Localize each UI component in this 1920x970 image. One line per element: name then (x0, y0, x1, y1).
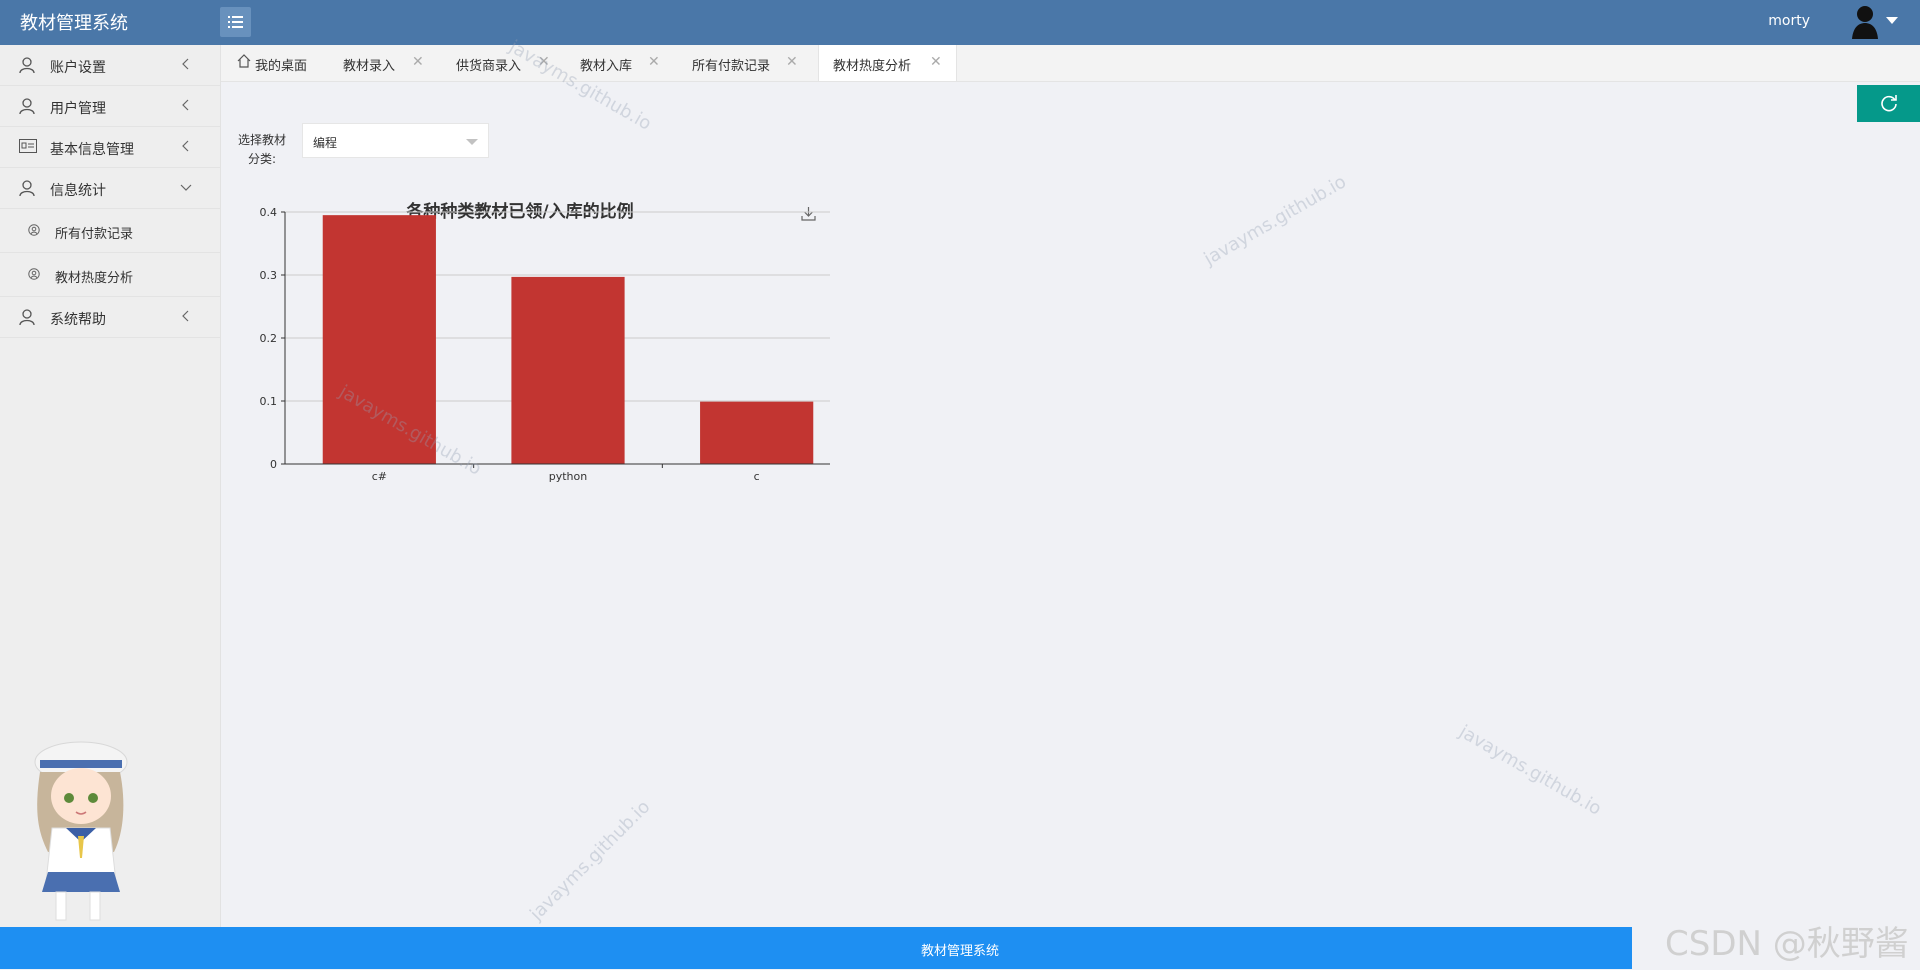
home-icon (237, 54, 251, 68)
id-card-icon (19, 139, 37, 153)
footer: 教材管理系统 (0, 927, 1632, 969)
sidebar-item-textbook-heat[interactable]: 教材热度分析 (0, 253, 220, 297)
user-name[interactable]: morty (1768, 13, 1810, 29)
x-tick-label: python (549, 470, 588, 483)
y-tick-label: 0.4 (260, 206, 278, 219)
sidebar-item-label: 账户设置 (50, 60, 106, 76)
x-tick-label: c# (372, 470, 387, 483)
heat-chart: 各种种类教材已领/入库的比例 00.10.20.30.4c# python c (260, 201, 830, 483)
sidebar-item-help[interactable]: 系统帮助 (0, 297, 220, 338)
sidebar-item-account-settings[interactable]: 账户设置 (0, 45, 220, 86)
chevron-left-icon (182, 99, 189, 111)
tab-label: 教材入库 (580, 59, 633, 74)
tab-textbook-storage[interactable]: 教材入库 ✕ (576, 45, 668, 81)
sidebar-item-all-payments[interactable]: 所有付款记录 (0, 209, 220, 253)
category-select[interactable]: 编程 (302, 123, 489, 158)
sidebar-item-label: 教材热度分析 (55, 271, 134, 286)
sidebar-item-statistics[interactable]: 信息统计 (0, 168, 220, 209)
user-icon (19, 180, 35, 196)
y-tick-label: 0 (270, 458, 277, 471)
tab-my-desktop[interactable]: 我的桌面 (233, 45, 318, 81)
chart-bar (700, 401, 814, 464)
user-menu-caret-icon[interactable] (1886, 17, 1898, 24)
watermark: javayms.github.io (526, 796, 655, 925)
chevron-down-icon (180, 184, 192, 191)
category-select-value: 编程 (313, 136, 338, 150)
filter-label-line: 选择教材 (237, 133, 286, 147)
filter-label-line: 分类: (247, 152, 277, 166)
tab-textbook-heat[interactable]: 教材热度分析 ✕ (818, 45, 957, 81)
tab-bar: 我的桌面 教材录入 ✕ 供货商录入 ✕ 教材入库 ✕ 所有付款记录 ✕ 教材热度… (221, 45, 1920, 82)
sidebar-item-basic-info[interactable]: 基本信息管理 (0, 127, 220, 168)
watermark: javayms.github.io (1200, 171, 1350, 270)
user-icon (19, 309, 35, 325)
close-icon[interactable]: ✕ (786, 54, 798, 70)
sidebar-item-label: 用户管理 (50, 101, 106, 117)
chart-bar (511, 276, 625, 464)
top-header: 教材管理系统 morty (0, 0, 1920, 45)
y-tick-label: 0.2 (260, 332, 278, 345)
chevron-left-icon (182, 140, 189, 152)
y-tick-label: 0.1 (260, 395, 278, 408)
menu-toggle-button[interactable] (220, 7, 251, 37)
user-circle-icon (28, 224, 40, 236)
tab-label: 所有付款记录 (692, 59, 771, 74)
user-icon (19, 57, 35, 73)
chevron-down-icon (466, 139, 478, 145)
chevron-left-icon (182, 58, 189, 70)
sidebar-item-label: 系统帮助 (50, 312, 106, 328)
refresh-icon (1881, 95, 1897, 112)
mascot-illustration (34, 741, 128, 921)
tab-label: 教材录入 (343, 59, 396, 74)
close-icon[interactable]: ✕ (930, 54, 942, 70)
tab-label: 我的桌面 (255, 59, 308, 74)
user-circle-icon (28, 268, 40, 280)
close-icon[interactable]: ✕ (412, 54, 424, 70)
csdn-watermark: CSDN @秋野酱 (1665, 924, 1909, 964)
sidebar-item-label: 信息统计 (50, 183, 106, 199)
sidebar-item-label: 基本信息管理 (50, 142, 134, 158)
close-icon[interactable]: ✕ (648, 54, 660, 70)
user-icon (19, 98, 35, 114)
footer-text: 教材管理系统 (920, 944, 999, 959)
sidebar-item-label: 所有付款记录 (55, 227, 134, 242)
tab-all-payments[interactable]: 所有付款记录 ✕ (688, 45, 803, 81)
category-filter-label: 选择教材 分类: (236, 131, 288, 169)
menu-icon (228, 16, 243, 28)
chevron-left-icon (182, 310, 189, 322)
y-tick-label: 0.3 (260, 269, 278, 282)
tab-label: 教材热度分析 (833, 59, 912, 74)
x-tick-label: c (754, 470, 760, 483)
refresh-button[interactable] (1857, 85, 1920, 122)
tab-textbook-entry[interactable]: 教材录入 ✕ (339, 45, 431, 81)
user-avatar-icon[interactable] (1850, 3, 1880, 39)
app-title: 教材管理系统 (20, 13, 128, 34)
watermark: javayms.github.io (1455, 721, 1605, 820)
sidebar-item-user-management[interactable]: 用户管理 (0, 86, 220, 127)
download-icon[interactable] (801, 207, 816, 221)
